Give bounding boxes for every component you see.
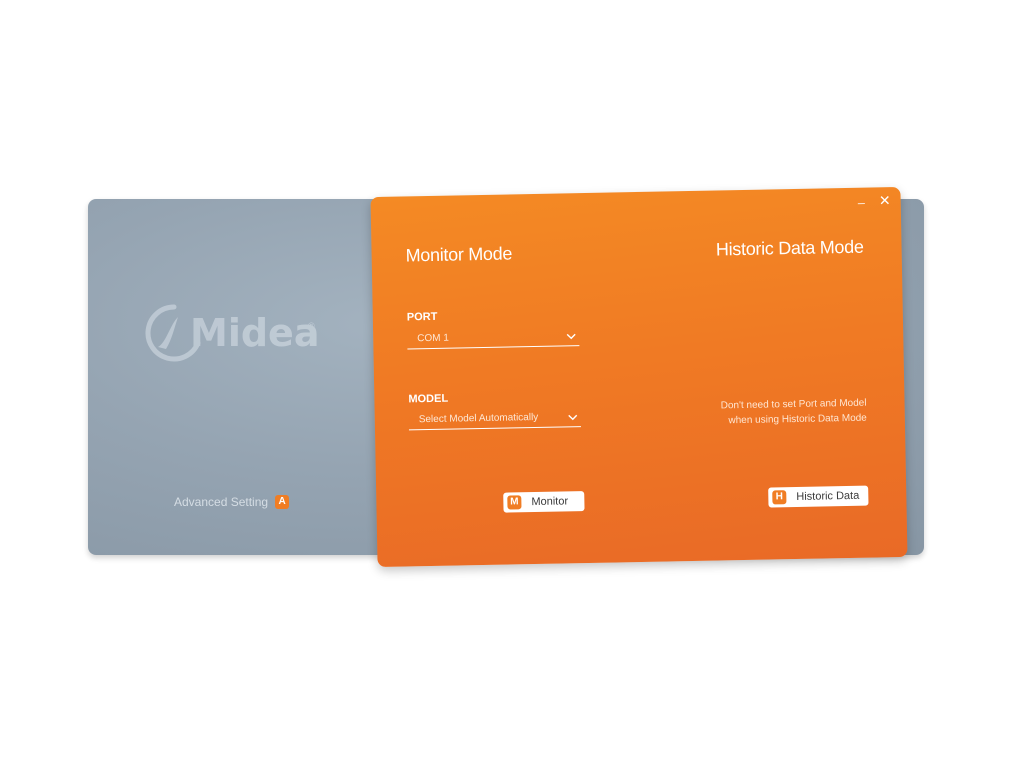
historic-mode-title: Historic Data Mode [715, 236, 864, 260]
chevron-down-icon [566, 333, 576, 340]
historic-key-badge: H [772, 490, 787, 505]
monitor-button-label: Monitor [531, 495, 569, 509]
midea-logo: Midea ® [144, 303, 324, 373]
minimize-icon[interactable]: _ [858, 191, 865, 205]
advanced-key-badge: A [275, 495, 290, 509]
monitor-mode-title: Monitor Mode [405, 243, 513, 266]
model-select-value: Select Model Automatically [418, 411, 539, 426]
mode-dialog: _ ✕ Monitor Mode Historic Data Mode PORT… [370, 186, 908, 568]
historic-data-button[interactable]: H Historic Data [768, 485, 869, 508]
advanced-setting-label: Advanced Setting [174, 495, 269, 509]
port-select[interactable]: COM 1 [407, 329, 580, 350]
port-select-value: COM 1 [417, 332, 449, 345]
historic-mode-note: Don't need to set Port and Model when us… [666, 396, 867, 430]
close-icon[interactable]: ✕ [879, 192, 891, 208]
model-select[interactable]: Select Model Automatically [408, 410, 581, 431]
monitor-button[interactable]: M Monitor [503, 491, 585, 513]
historic-button-label: Historic Data [796, 489, 860, 504]
historic-note-line2: when using Historic Data Mode [728, 412, 867, 427]
logo-text: Midea [190, 311, 320, 355]
monitor-key-badge: M [507, 495, 522, 510]
chevron-down-icon [568, 414, 578, 421]
model-label: MODEL [408, 392, 449, 406]
port-label: PORT [406, 310, 438, 324]
advanced-setting-link[interactable]: Advanced Setting A [174, 495, 290, 509]
app-stage: Midea ® Advanced Setting A _ ✕ Monitor M… [0, 0, 1024, 768]
registered-mark: ® [308, 321, 315, 331]
